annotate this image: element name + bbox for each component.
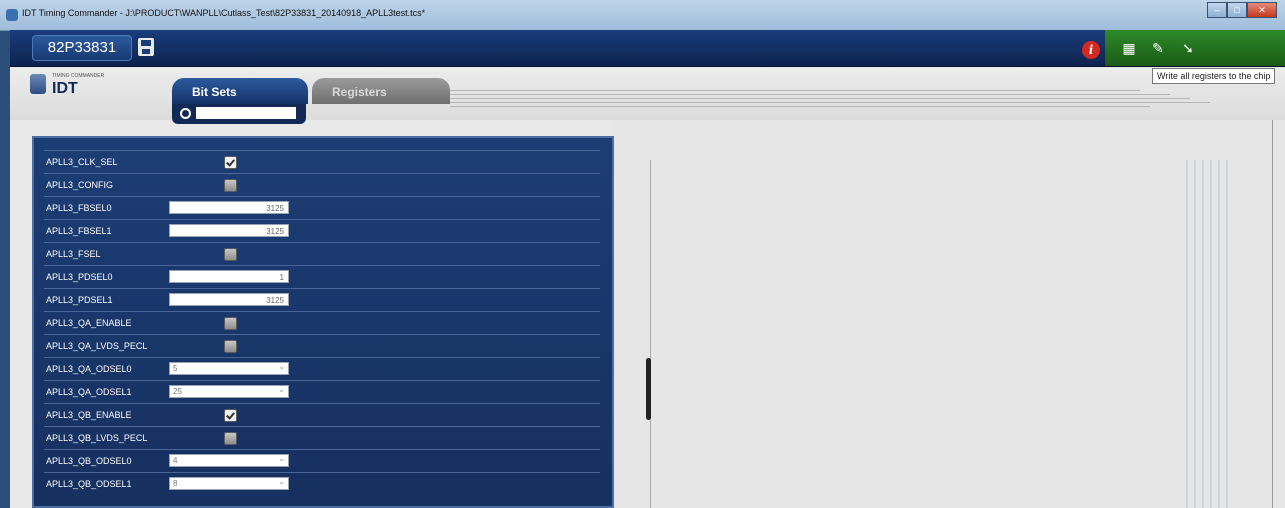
- bit-label: APLL3_QB_LVDS_PECL: [46, 433, 148, 443]
- bit-label: APLL3_QB_ODSEL1: [46, 479, 132, 489]
- logo-subtitle: TIMING COMMANDER: [52, 73, 105, 79]
- right-edge: [1272, 120, 1273, 508]
- chevron-down-icon: ⌄: [278, 454, 285, 463]
- write-registers-icon[interactable]: ✎: [1149, 39, 1167, 57]
- bit-select[interactable]: 4 ⌄: [169, 454, 289, 467]
- tab-registers[interactable]: Registers: [312, 78, 450, 104]
- panel-divider: [650, 160, 651, 508]
- bit-value-field[interactable]: 3125: [169, 293, 289, 306]
- select-value: 4: [173, 456, 178, 465]
- window-controls: – □ ✕: [1207, 2, 1277, 18]
- bit-label: APLL3_QA_LVDS_PECL: [46, 341, 148, 351]
- bit-label: APLL3_QA_ENABLE: [46, 318, 132, 328]
- maximize-button[interactable]: □: [1227, 2, 1247, 18]
- bit-select[interactable]: 5 ⌄: [169, 362, 289, 375]
- circuit-decoration: [450, 84, 1250, 118]
- bit-value-field[interactable]: 1: [169, 270, 289, 283]
- app-icon: [6, 9, 18, 21]
- bit-sets-panel: APLL3_CLK_SEL APLL3_CONFIG APLL3_FBSEL0 …: [32, 136, 614, 508]
- top-toolbar: 82P33831 i ▦ ✎ ➘: [10, 30, 1285, 67]
- list-item: APLL3_QA_ENABLE: [44, 311, 600, 334]
- chevron-down-icon: ⌄: [278, 362, 285, 371]
- bit-checkbox[interactable]: [224, 432, 237, 445]
- minimize-button[interactable]: –: [1207, 2, 1227, 18]
- info-icon[interactable]: i: [1082, 41, 1100, 59]
- bit-checkbox[interactable]: [224, 179, 237, 192]
- write-all-registers-icon[interactable]: ➘: [1179, 39, 1197, 57]
- bit-label: APLL3_FBSEL1: [46, 226, 112, 236]
- chevron-down-icon: ⌄: [278, 385, 285, 394]
- logo: IDT: [52, 80, 78, 97]
- logo-icon: [30, 74, 46, 94]
- bit-label: APLL3_PDSEL1: [46, 295, 113, 305]
- list-item: APLL3_FSEL: [44, 242, 600, 265]
- register-toolbar: ▦ ✎ ➘: [1105, 30, 1285, 66]
- bit-checkbox[interactable]: [224, 409, 237, 422]
- close-button[interactable]: ✕: [1247, 2, 1277, 18]
- select-value: 8: [173, 479, 178, 488]
- tooltip: Write all registers to the chip: [1152, 68, 1276, 84]
- list-item: APLL3_QB_ODSEL1 8 ⌄: [44, 472, 600, 495]
- save-icon[interactable]: [138, 38, 154, 56]
- bit-label: APLL3_QA_ODSEL1: [46, 387, 132, 397]
- bit-checkbox[interactable]: [224, 156, 237, 169]
- bit-label: APLL3_FBSEL0: [46, 203, 112, 213]
- bit-label: APLL3_QB_ODSEL0: [46, 456, 132, 466]
- list-item: APLL3_PDSEL1 3125: [44, 288, 600, 311]
- window-titlebar: IDT Timing Commander - J:\PRODUCT\WANPLL…: [0, 0, 1285, 31]
- list-item: APLL3_QB_LVDS_PECL: [44, 426, 600, 449]
- bit-value-field[interactable]: 3125: [169, 201, 289, 214]
- search-input[interactable]: [196, 107, 296, 119]
- chevron-down-icon: ⌄: [278, 477, 285, 486]
- list-item: APLL3_QB_ODSEL0 4 ⌄: [44, 449, 600, 472]
- bit-value-field[interactable]: 3125: [169, 224, 289, 237]
- list-item: APLL3_QA_ODSEL0 5 ⌄: [44, 357, 600, 380]
- list-item: APLL3_QB_ENABLE: [44, 403, 600, 426]
- bit-select[interactable]: 8 ⌄: [169, 477, 289, 490]
- bit-label: APLL3_FSEL: [46, 249, 101, 259]
- bit-select[interactable]: 25 ⌄: [169, 385, 289, 398]
- search-icon: [180, 108, 191, 119]
- bit-label: APLL3_CLK_SEL: [46, 157, 118, 167]
- chip-name[interactable]: 82P33831: [32, 35, 132, 61]
- select-value: 5: [173, 364, 178, 373]
- search-bar: [172, 104, 306, 124]
- list-item: APLL3_PDSEL0 1: [44, 265, 600, 288]
- window-title: IDT Timing Commander - J:\PRODUCT\WANPLL…: [22, 8, 426, 18]
- list-item: APLL3_CONFIG: [44, 173, 600, 196]
- list-item: APLL3_FBSEL1 3125: [44, 219, 600, 242]
- bit-label: APLL3_PDSEL0: [46, 272, 113, 282]
- list-item: APLL3_QA_LVDS_PECL: [44, 334, 600, 357]
- bit-checkbox[interactable]: [224, 340, 237, 353]
- bit-label: APLL3_CONFIG: [46, 180, 114, 190]
- tab-bit-sets[interactable]: Bit Sets: [172, 78, 308, 104]
- list-item: APLL3_CLK_SEL: [44, 150, 600, 173]
- circuit-traces: [1178, 160, 1238, 508]
- list-item: APLL3_QA_ODSEL1 25 ⌄: [44, 380, 600, 403]
- bit-label: APLL3_QA_ODSEL0: [46, 364, 132, 374]
- splitter-handle[interactable]: [646, 358, 651, 420]
- read-registers-icon[interactable]: ▦: [1120, 39, 1138, 57]
- select-value: 25: [173, 387, 182, 396]
- bit-checkbox[interactable]: [224, 248, 237, 261]
- bit-label: APLL3_QB_ENABLE: [46, 410, 132, 420]
- app-frame: 82P33831 i ▦ ✎ ➘ Write all registers to …: [10, 30, 1285, 508]
- logo-bar: TIMING COMMANDER IDT Bit Sets Registers: [10, 68, 1285, 124]
- list-item: APLL3_FBSEL0 3125: [44, 196, 600, 219]
- bit-checkbox[interactable]: [224, 317, 237, 330]
